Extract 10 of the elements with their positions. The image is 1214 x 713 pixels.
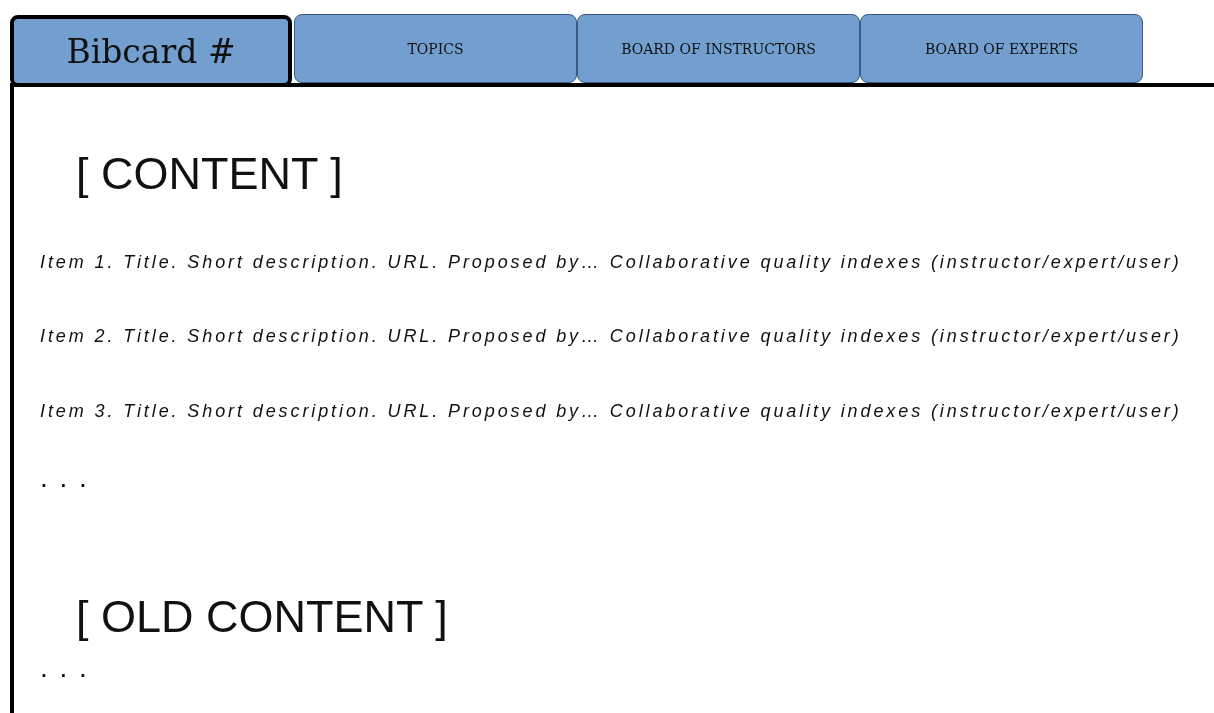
tab[interactable]: BOARD OF EXPERTS <box>860 14 1143 83</box>
content-item: Item 3. Title. Short description. URL. Proposed by… Collaborative quality indexes (instructor/expert/user) <box>40 400 1183 423</box>
ellipsis-text: . . . <box>40 464 90 493</box>
tab[interactable]: TOPICS <box>294 14 577 83</box>
ellipsis-text: . . . <box>40 653 90 682</box>
section-heading: [ CONTENT ] <box>76 149 344 199</box>
content-item: Item 2. Title. Short description. URL. Proposed by… Collaborative quality indexes (instructor/expert/user) <box>40 326 1183 348</box>
section-heading: [ OLD CONTENT ] <box>76 592 449 642</box>
tab[interactable]: BOARD OF INSTRUCTORS <box>577 14 860 83</box>
content-item: Item 1. Title. Short description. URL. Proposed by… Collaborative quality indexes (instructor/expert/user) <box>40 251 1183 274</box>
